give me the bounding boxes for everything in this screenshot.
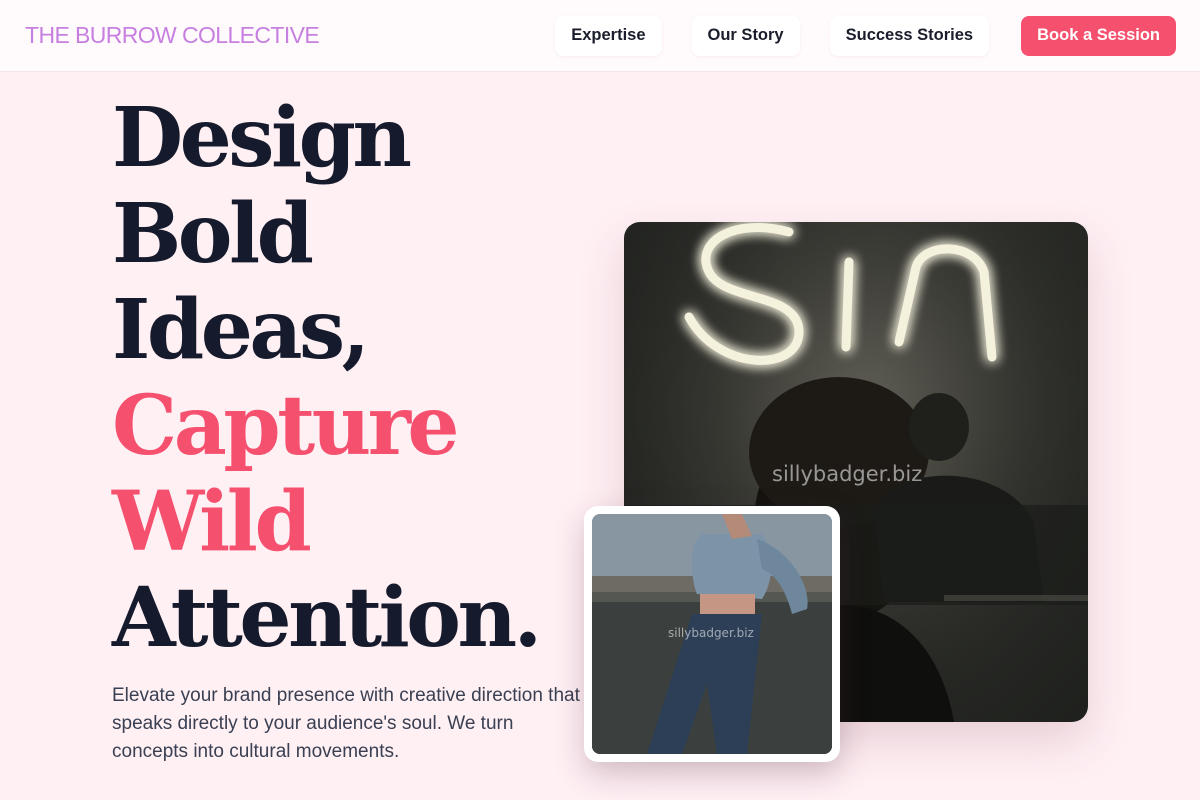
hero-headline: Design Bold Ideas, Capture Wild Attentio… xyxy=(112,90,542,666)
main-photo-watermark: sillybadger.biz xyxy=(772,462,923,486)
denim-photo-frame: sillybadger.biz xyxy=(592,514,832,754)
hero-subtitle: Elevate your brand presence with creativ… xyxy=(112,685,580,762)
headline-line-ideas: Ideas, xyxy=(112,282,370,378)
book-session-button[interactable]: Book a Session xyxy=(1021,15,1176,56)
nav-links: Expertise Our Story Success Stories Book… xyxy=(555,15,1176,56)
headline-line-wild: Wild xyxy=(112,474,312,570)
hero-photo-denim-jacket: sillybadger.biz xyxy=(584,506,840,762)
headline-line-bold: Bold xyxy=(112,186,314,282)
nav-link-success-stories[interactable]: Success Stories xyxy=(829,15,990,56)
top-navbar: THE BURROW COLLECTIVE Expertise Our Stor… xyxy=(0,0,1200,72)
headline-line-attention: Attention. xyxy=(112,570,542,666)
headline-line-capture: Capture xyxy=(112,378,460,474)
nav-link-expertise[interactable]: Expertise xyxy=(555,15,662,56)
nav-link-our-story[interactable]: Our Story xyxy=(691,15,800,56)
brand-logo[interactable]: THE BURROW COLLECTIVE xyxy=(25,22,320,49)
small-photo-watermark: sillybadger.biz xyxy=(668,626,754,640)
headline-line-design: Design xyxy=(112,90,412,186)
